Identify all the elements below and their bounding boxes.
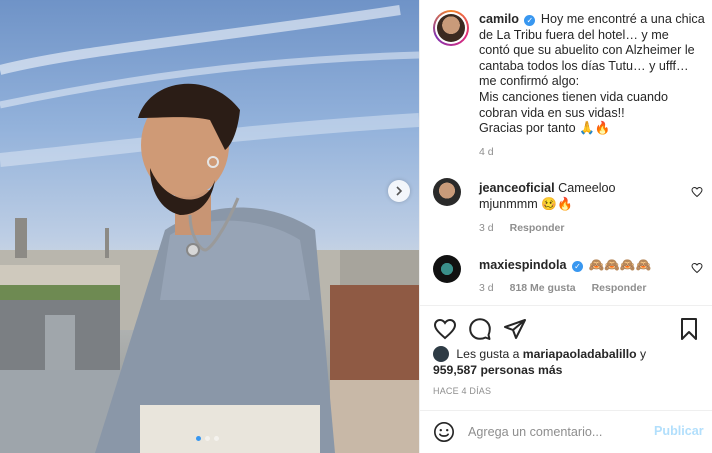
caption-line: me confirmó algo:: [479, 74, 580, 89]
comment-username[interactable]: maxiespindola: [479, 258, 567, 272]
comment-time[interactable]: 3 d: [479, 222, 494, 234]
liker-username[interactable]: mariapaoladabalillo: [523, 347, 637, 361]
comment-username[interactable]: jeanceoficial: [479, 181, 555, 195]
carousel-next-button[interactable]: [388, 180, 410, 202]
likes-prefix: Les gusta a: [456, 347, 520, 361]
comment-composer: Publicar: [420, 410, 712, 453]
comment-meta: 3 d 818 Me gusta Responder: [479, 282, 646, 294]
carousel-dot: [214, 436, 219, 441]
post-photo[interactable]: [0, 0, 419, 453]
author-avatar[interactable]: [433, 10, 469, 46]
comment-avatar[interactable]: [433, 255, 461, 283]
author-username[interactable]: camilo: [479, 12, 519, 26]
caption-line: cobran vida en sus vidas!!: [479, 105, 625, 120]
caption-line: de La Tribu fuera del hotel… y me: [479, 27, 669, 42]
comment-meta: 3 d Responder: [479, 222, 564, 234]
comment-time[interactable]: 3 d: [479, 282, 494, 294]
comment-like-heart-icon[interactable]: [691, 186, 703, 198]
comment-input[interactable]: [468, 421, 648, 443]
carousel-dot: [196, 436, 201, 441]
comment-body: 🙈🙈🙈🙈: [588, 258, 652, 272]
likes-summary: Les gusta a mariapaoladabalillo y 959,58…: [433, 346, 703, 378]
verified-badge-icon: ✓: [572, 261, 583, 272]
reply-button[interactable]: Responder: [510, 222, 565, 234]
carousel-indicator: [196, 436, 219, 441]
comment-icon[interactable]: [468, 317, 492, 341]
carousel-dot: [205, 436, 210, 441]
caption-time[interactable]: 4 d: [479, 146, 494, 158]
chevron-right-icon: [396, 186, 403, 196]
post-timestamp[interactable]: HACE 4 DÍAS: [433, 386, 491, 396]
comment-like-heart-icon[interactable]: [691, 262, 703, 274]
post-sidebar: camilo ✓ Hoy me encontré a una chica de …: [419, 0, 712, 453]
likes-count[interactable]: 959,587 personas más: [433, 363, 562, 377]
paper-plane-icon[interactable]: [503, 317, 527, 341]
comment-like-count[interactable]: 818 Me gusta: [510, 282, 576, 294]
avatar-image: [437, 14, 465, 42]
liker-avatar[interactable]: [433, 346, 449, 362]
caption-line: Gracias por tanto 🙏🔥: [479, 121, 611, 136]
smiley-icon[interactable]: [433, 421, 455, 443]
caption-line: Hoy me encontré a una chica: [540, 12, 705, 26]
comment-text: jeanceoficial Cameeloo mjunmmm 🥴🔥: [479, 181, 669, 212]
divider: [420, 305, 712, 306]
caption-text: camilo ✓ Hoy me encontré a una chica de …: [479, 12, 709, 137]
comment-text: maxiespindola ✓ 🙈🙈🙈🙈: [479, 258, 669, 274]
caption-line: contó que su abuelito con Alzheimer le: [479, 43, 695, 58]
likes-joiner: y: [639, 347, 647, 361]
heart-icon[interactable]: [433, 317, 457, 341]
caption-line: Mis canciones tienen vida cuando: [479, 89, 669, 104]
reply-button[interactable]: Responder: [592, 282, 647, 294]
caption-line: cantaba todos los días Tutu… y ufff…: [479, 58, 689, 73]
photo-scene: [0, 5, 419, 453]
verified-badge-icon: ✓: [524, 15, 536, 26]
comment-avatar[interactable]: [433, 178, 461, 206]
publish-button[interactable]: Publicar: [654, 424, 704, 438]
bookmark-icon[interactable]: [677, 317, 701, 341]
